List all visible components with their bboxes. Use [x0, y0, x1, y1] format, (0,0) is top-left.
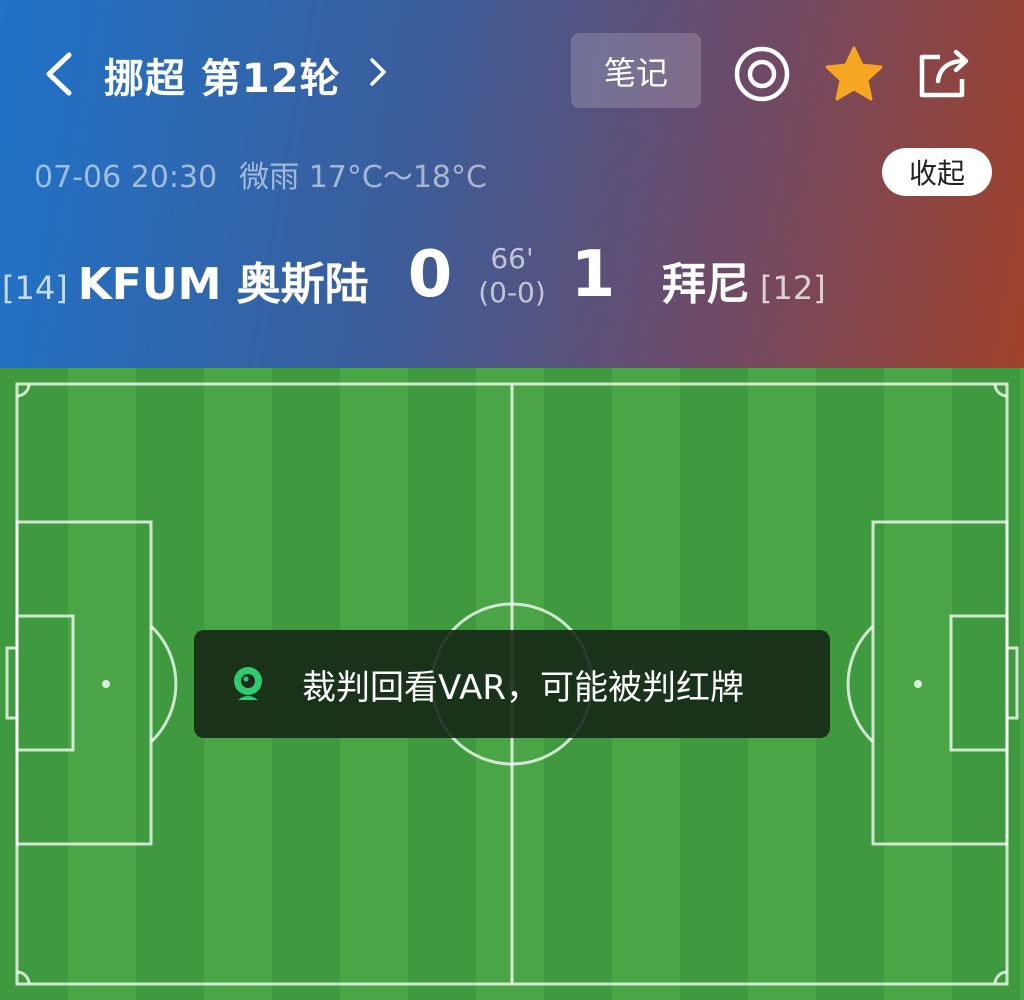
home-team[interactable]: [14] KFUM 奥斯陆 — [2, 248, 369, 312]
var-event-text: 裁判回看VAR，可能被判红牌 — [302, 667, 744, 708]
match-weather: 微雨 17°C～18°C — [239, 160, 487, 195]
back-button[interactable] — [38, 48, 78, 100]
chevron-right-icon — [370, 58, 386, 86]
var-event-toast: 裁判回看VAR，可能被判红牌 — [194, 630, 830, 738]
halftime-score: (0-0) — [478, 276, 546, 309]
live-button[interactable] — [732, 44, 792, 104]
favorite-button[interactable] — [824, 44, 884, 104]
match-clock: 66' (0-0) — [460, 242, 564, 310]
star-icon — [825, 46, 883, 101]
notes-button[interactable]: 笔记 — [571, 33, 701, 108]
home-score: 0 — [407, 238, 453, 312]
share-icon — [919, 49, 969, 98]
home-team-name: KFUM 奥斯陆 — [77, 259, 369, 310]
page-title: 挪超 第12轮 — [104, 56, 341, 102]
match-info: 07-06 20:30 微雨 17°C～18°C — [34, 152, 487, 196]
away-team-name: 拜尼 — [662, 259, 750, 310]
chevron-left-icon — [46, 52, 72, 96]
match-datetime: 07-06 20:30 — [34, 160, 218, 195]
target-icon — [734, 46, 790, 102]
share-button[interactable] — [914, 44, 974, 104]
away-rank: [12] — [760, 269, 826, 307]
match-header: 挪超 第12轮 笔记 07-06 20:30 微雨 17°C～18°C 收起 [1… — [0, 0, 1024, 368]
camera-icon — [234, 667, 262, 700]
away-score: 1 — [570, 238, 616, 312]
away-team[interactable]: 拜尼 [12] — [662, 248, 826, 312]
collapse-button[interactable]: 收起 — [882, 148, 992, 196]
home-rank: [14] — [2, 269, 68, 307]
next-round-button[interactable] — [362, 50, 394, 94]
match-minute: 66' — [490, 242, 534, 275]
